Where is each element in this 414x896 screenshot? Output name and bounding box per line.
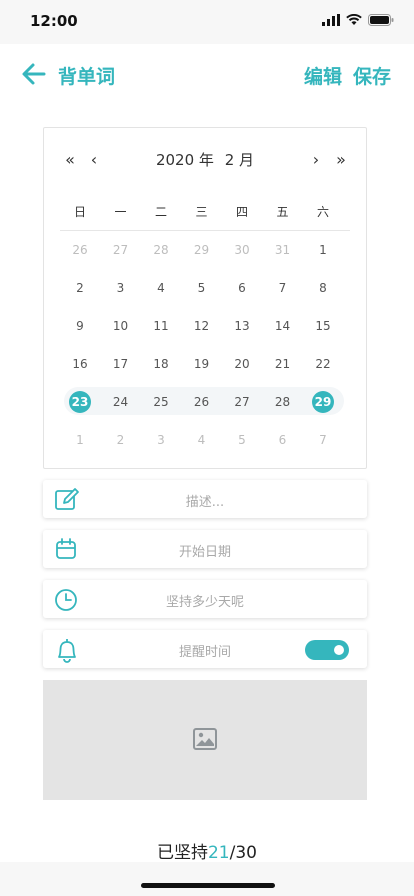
progress-current: 21 (207, 843, 230, 863)
description-placeholder: 描述... (185, 495, 225, 510)
weekday-label: 五 (276, 205, 289, 219)
calendar-day[interactable]: 5 (182, 276, 222, 300)
signal-icon (322, 14, 340, 26)
reminder-toggle[interactable] (305, 640, 349, 660)
calendar-day[interactable]: 1 (303, 238, 343, 262)
home-indicator-area (0, 862, 414, 896)
calendar-day[interactable]: 2 (60, 276, 100, 300)
calendar-day[interactable]: 30 (222, 238, 262, 262)
calendar-day[interactable]: 13 (222, 314, 262, 338)
weekday-label: 六 (316, 205, 329, 219)
reminder-field: 提醒时间 (43, 630, 367, 668)
weekday-label: 二 (154, 205, 167, 219)
weekday-label: 三 (195, 205, 208, 219)
progress-prefix: 已坚持 (156, 843, 208, 863)
calendar-day[interactable]: 28 (263, 390, 303, 414)
back-arrow-icon[interactable] (20, 60, 48, 88)
status-icons (322, 14, 394, 26)
calendar-day-selected[interactable]: 23 (60, 390, 100, 414)
image-upload-area[interactable] (43, 680, 367, 800)
calendar-day[interactable]: 24 (101, 390, 141, 414)
calendar-day[interactable]: 28 (141, 238, 181, 262)
calendar-day[interactable]: 5 (222, 428, 262, 452)
calendar-day[interactable]: 17 (101, 352, 141, 376)
battery-icon (368, 14, 394, 26)
page-title: 背单词 (58, 66, 116, 88)
calendar-day[interactable]: 9 (60, 314, 100, 338)
calendar-header: « ‹ 2020 年 2 月 › » (44, 148, 366, 172)
calendar: « ‹ 2020 年 2 月 › » 日一二三四五六 26 27 28 29 30 31 1… (43, 127, 367, 469)
toggle-knob (334, 645, 344, 655)
weekday-label: 四 (235, 205, 248, 219)
nav-bar: 背单词 编辑 保存 (0, 44, 414, 104)
calendar-day[interactable]: 1 (60, 428, 100, 452)
calendar-day[interactable]: 11 (141, 314, 181, 338)
calendar-day[interactable]: 10 (101, 314, 141, 338)
start-date-placeholder: 开始日期 (178, 545, 231, 560)
home-indicator[interactable] (141, 883, 275, 888)
calendar-year: 2020 年 (155, 151, 214, 169)
progress-total: 30 (235, 843, 257, 863)
progress-text: 已坚持21/30 (0, 838, 414, 863)
image-icon (193, 728, 217, 750)
calendar-day[interactable]: 25 (141, 390, 181, 414)
calendar-day[interactable]: 19 (182, 352, 222, 376)
calendar-day[interactable]: 16 (60, 352, 100, 376)
calendar-day[interactable]: 29 (182, 238, 222, 262)
calendar-month: 2 月 (224, 151, 255, 169)
calendar-day[interactable]: 8 (303, 276, 343, 300)
calendar-day[interactable]: 4 (182, 428, 222, 452)
calendar-day[interactable]: 27 (101, 238, 141, 262)
edit-button[interactable]: 编辑 (304, 62, 342, 89)
calendar-day[interactable]: 2 (101, 428, 141, 452)
calendar-day[interactable]: 21 (263, 352, 303, 376)
start-date-field[interactable]: 开始日期 (43, 530, 367, 568)
calendar-day[interactable]: 31 (263, 238, 303, 262)
calendar-day[interactable]: 26 (60, 238, 100, 262)
calendar-day[interactable]: 18 (141, 352, 181, 376)
calendar-day[interactable]: 6 (263, 428, 303, 452)
calendar-day-selected[interactable]: 29 (303, 390, 343, 414)
weekday-label: 日 (73, 205, 86, 219)
wifi-icon (346, 14, 362, 25)
calendar-day[interactable]: 7 (263, 276, 303, 300)
calendar-day[interactable]: 12 (182, 314, 222, 338)
calendar-day[interactable]: 3 (141, 428, 181, 452)
calendar-day[interactable]: 22 (303, 352, 343, 376)
duration-placeholder: 坚持多少天呢 (165, 595, 244, 610)
duration-field[interactable]: 坚持多少天呢 (43, 580, 367, 618)
description-field[interactable]: 描述... (43, 480, 367, 518)
calendar-day[interactable]: 20 (222, 352, 262, 376)
next-month-button[interactable]: › (306, 148, 326, 172)
weekday-label: 一 (114, 205, 127, 219)
next-year-button[interactable]: » (331, 148, 351, 172)
calendar-day[interactable]: 27 (222, 390, 262, 414)
calendar-day[interactable]: 6 (222, 276, 262, 300)
status-time: 12:00 (30, 12, 78, 30)
calendar-day[interactable]: 14 (263, 314, 303, 338)
calendar-day[interactable]: 15 (303, 314, 343, 338)
calendar-day[interactable]: 4 (141, 276, 181, 300)
calendar-divider (60, 230, 350, 231)
calendar-day[interactable]: 7 (303, 428, 343, 452)
save-button[interactable]: 保存 (353, 62, 391, 89)
status-bar: 12:00 (0, 0, 414, 44)
calendar-day[interactable]: 3 (101, 276, 141, 300)
calendar-day[interactable]: 26 (182, 390, 222, 414)
